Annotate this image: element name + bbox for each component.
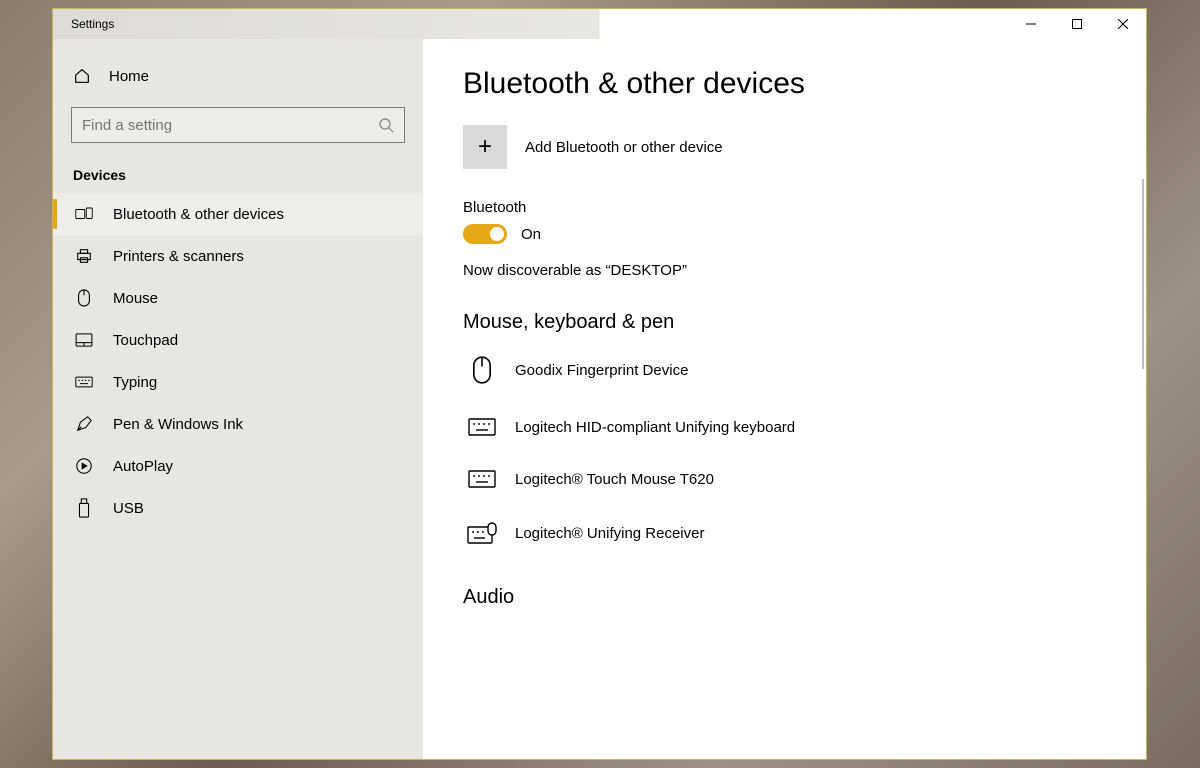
sidebar-item-label: Pen & Windows Ink xyxy=(113,416,243,433)
sidebar-item-label: Bluetooth & other devices xyxy=(113,206,284,223)
bluetooth-toggle[interactable] xyxy=(463,224,507,244)
sidebar-item-label: Mouse xyxy=(113,290,158,307)
keyboard-mouse-icon xyxy=(467,522,497,544)
sidebar-item-label: Typing xyxy=(113,374,157,391)
sidebar-item-pen[interactable]: Pen & Windows Ink xyxy=(53,403,423,445)
sidebar-home[interactable]: Home xyxy=(53,57,423,95)
page-title: Bluetooth & other devices xyxy=(463,67,1106,101)
device-row[interactable]: Logitech® Unifying Receiver xyxy=(463,516,1106,572)
titlebar: Settings xyxy=(53,9,1146,39)
sidebar: Home Devices Bluetooth & other d xyxy=(53,39,423,759)
search-icon xyxy=(378,117,394,133)
discoverable-text: Now discoverable as “DESKTOP” xyxy=(463,262,1106,279)
window-title: Settings xyxy=(71,17,114,31)
sidebar-item-typing[interactable]: Typing xyxy=(53,361,423,403)
sidebar-item-usb[interactable]: USB xyxy=(53,487,423,529)
scrollbar[interactable] xyxy=(1142,179,1144,369)
search-input[interactable] xyxy=(82,117,378,134)
add-device-row[interactable]: + Add Bluetooth or other device xyxy=(463,125,1106,169)
bluetooth-label: Bluetooth xyxy=(463,199,1106,216)
sidebar-item-label: Touchpad xyxy=(113,332,178,349)
device-name: Logitech HID-compliant Unifying keyboard xyxy=(515,419,795,436)
device-row[interactable]: Goodix Fingerprint Device xyxy=(463,350,1106,412)
device-name: Logitech® Touch Mouse T620 xyxy=(515,471,714,488)
sidebar-item-touchpad[interactable]: Touchpad xyxy=(53,319,423,361)
autoplay-icon xyxy=(75,457,93,475)
maximize-button[interactable] xyxy=(1054,9,1100,39)
device-name: Logitech® Unifying Receiver xyxy=(515,525,704,542)
touchpad-icon xyxy=(75,331,93,349)
bluetooth-devices-icon xyxy=(75,205,93,223)
mouse-icon xyxy=(75,289,93,307)
close-button[interactable] xyxy=(1100,9,1146,39)
sidebar-item-label: AutoPlay xyxy=(113,458,173,475)
content-panel: Bluetooth & other devices + Add Bluetoot… xyxy=(423,39,1146,759)
group-input-title: Mouse, keyboard & pen xyxy=(463,311,1106,334)
keyboard-icon xyxy=(467,470,497,488)
keyboard-icon xyxy=(467,418,497,436)
settings-window: Settings Home xyxy=(52,8,1147,760)
pen-icon xyxy=(75,415,93,433)
sidebar-item-label: USB xyxy=(113,500,144,517)
sidebar-home-label: Home xyxy=(109,68,149,85)
bluetooth-toggle-state: On xyxy=(521,226,541,243)
sidebar-item-label: Printers & scanners xyxy=(113,248,244,265)
mouse-icon xyxy=(467,356,497,384)
search-box[interactable] xyxy=(71,107,405,143)
keyboard-icon xyxy=(75,373,93,391)
device-name: Goodix Fingerprint Device xyxy=(515,362,688,379)
minimize-button[interactable] xyxy=(1008,9,1054,39)
printer-icon xyxy=(75,247,93,265)
window-controls xyxy=(1008,9,1146,39)
sidebar-item-bluetooth[interactable]: Bluetooth & other devices xyxy=(53,193,423,235)
usb-icon xyxy=(75,499,93,517)
add-device-label: Add Bluetooth or other device xyxy=(525,139,723,156)
sidebar-item-mouse[interactable]: Mouse xyxy=(53,277,423,319)
device-row[interactable]: Logitech® Touch Mouse T620 xyxy=(463,464,1106,516)
sidebar-item-autoplay[interactable]: AutoPlay xyxy=(53,445,423,487)
group-audio-title: Audio xyxy=(463,586,1106,609)
sidebar-section-header: Devices xyxy=(53,153,423,193)
plus-icon: + xyxy=(463,125,507,169)
sidebar-item-printers[interactable]: Printers & scanners xyxy=(53,235,423,277)
home-icon xyxy=(73,67,91,85)
device-row[interactable]: Logitech HID-compliant Unifying keyboard xyxy=(463,412,1106,464)
